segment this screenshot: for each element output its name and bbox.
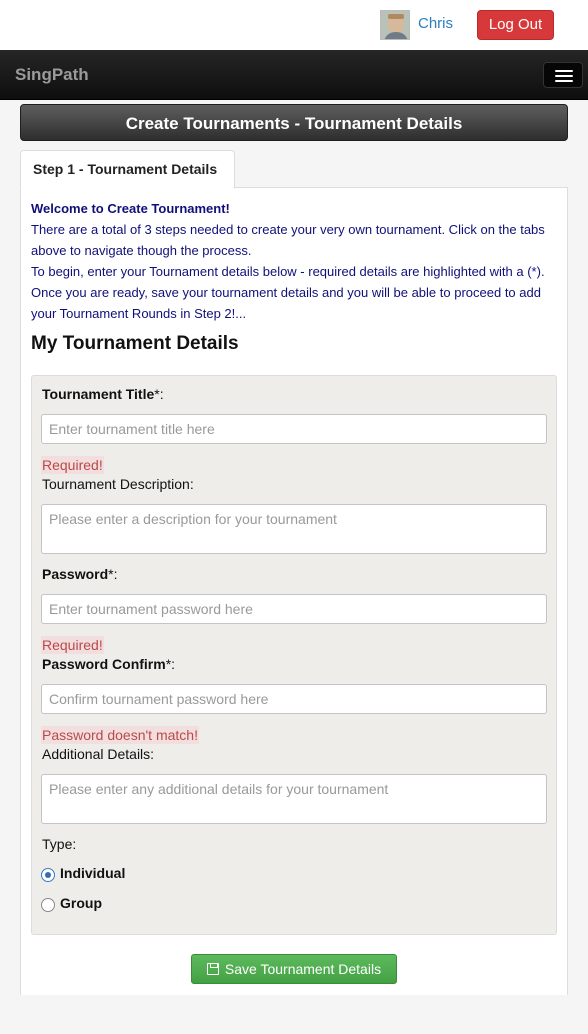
intro-line: There are a total of 3 steps needed to c… bbox=[31, 222, 545, 258]
password-confirm-label: Password Confirm*: bbox=[42, 656, 176, 672]
type-option-label: Group bbox=[60, 895, 102, 911]
type-option-label: Individual bbox=[60, 865, 126, 881]
additional-details-textarea[interactable]: Please enter any additional details for … bbox=[41, 774, 547, 824]
password-label: Password*: bbox=[42, 566, 118, 582]
radio-unchecked-icon[interactable] bbox=[41, 898, 55, 912]
save-button-label: Save Tournament Details bbox=[224, 961, 382, 977]
intro-text: Welcome to Create Tournament! There are … bbox=[31, 198, 559, 324]
password-confirm-input[interactable]: Confirm tournament password here bbox=[41, 684, 547, 714]
required-marker: *: bbox=[154, 386, 164, 402]
save-button[interactable]: Save Tournament Details bbox=[191, 954, 397, 984]
title-input[interactable]: Enter tournament title here bbox=[41, 414, 547, 444]
additional-details-label: Additional Details: bbox=[42, 746, 155, 762]
page-title: Create Tournaments - Tournament Details bbox=[20, 104, 568, 141]
password-confirm-error: Password doesn't match! bbox=[41, 726, 199, 744]
user-name-link[interactable]: Chris bbox=[418, 15, 453, 32]
radio-checked-icon[interactable] bbox=[41, 868, 55, 882]
brand[interactable]: SingPath bbox=[15, 65, 89, 85]
hamburger-icon[interactable] bbox=[543, 62, 583, 88]
tournament-form: Tournament Title*: Enter tournament titl… bbox=[31, 375, 557, 935]
logout-button[interactable]: Log Out bbox=[477, 10, 554, 40]
intro-line: To begin, enter your Tournament details … bbox=[31, 264, 545, 321]
intro-welcome: Welcome to Create Tournament! bbox=[31, 201, 230, 216]
save-icon bbox=[206, 963, 219, 975]
top-bar: Chris Log Out bbox=[0, 0, 588, 50]
password-input[interactable]: Enter tournament password here bbox=[41, 594, 547, 624]
navbar: SingPath bbox=[0, 50, 588, 100]
title-label: Tournament Title*: bbox=[42, 386, 164, 402]
section-title: My Tournament Details bbox=[31, 333, 239, 354]
tab-panel: Welcome to Create Tournament! There are … bbox=[20, 187, 568, 995]
password-error: Required! bbox=[41, 636, 104, 654]
avatar[interactable] bbox=[380, 10, 410, 40]
description-textarea[interactable]: Please enter a description for your tour… bbox=[41, 504, 547, 554]
tab-tournament-details[interactable]: Step 1 - Tournament Details bbox=[20, 150, 235, 189]
required-marker: *: bbox=[108, 566, 118, 582]
required-marker: *: bbox=[165, 656, 176, 672]
title-error: Required! bbox=[41, 456, 104, 474]
type-label: Type: bbox=[42, 836, 77, 852]
description-label: Tournament Description: bbox=[42, 476, 194, 492]
